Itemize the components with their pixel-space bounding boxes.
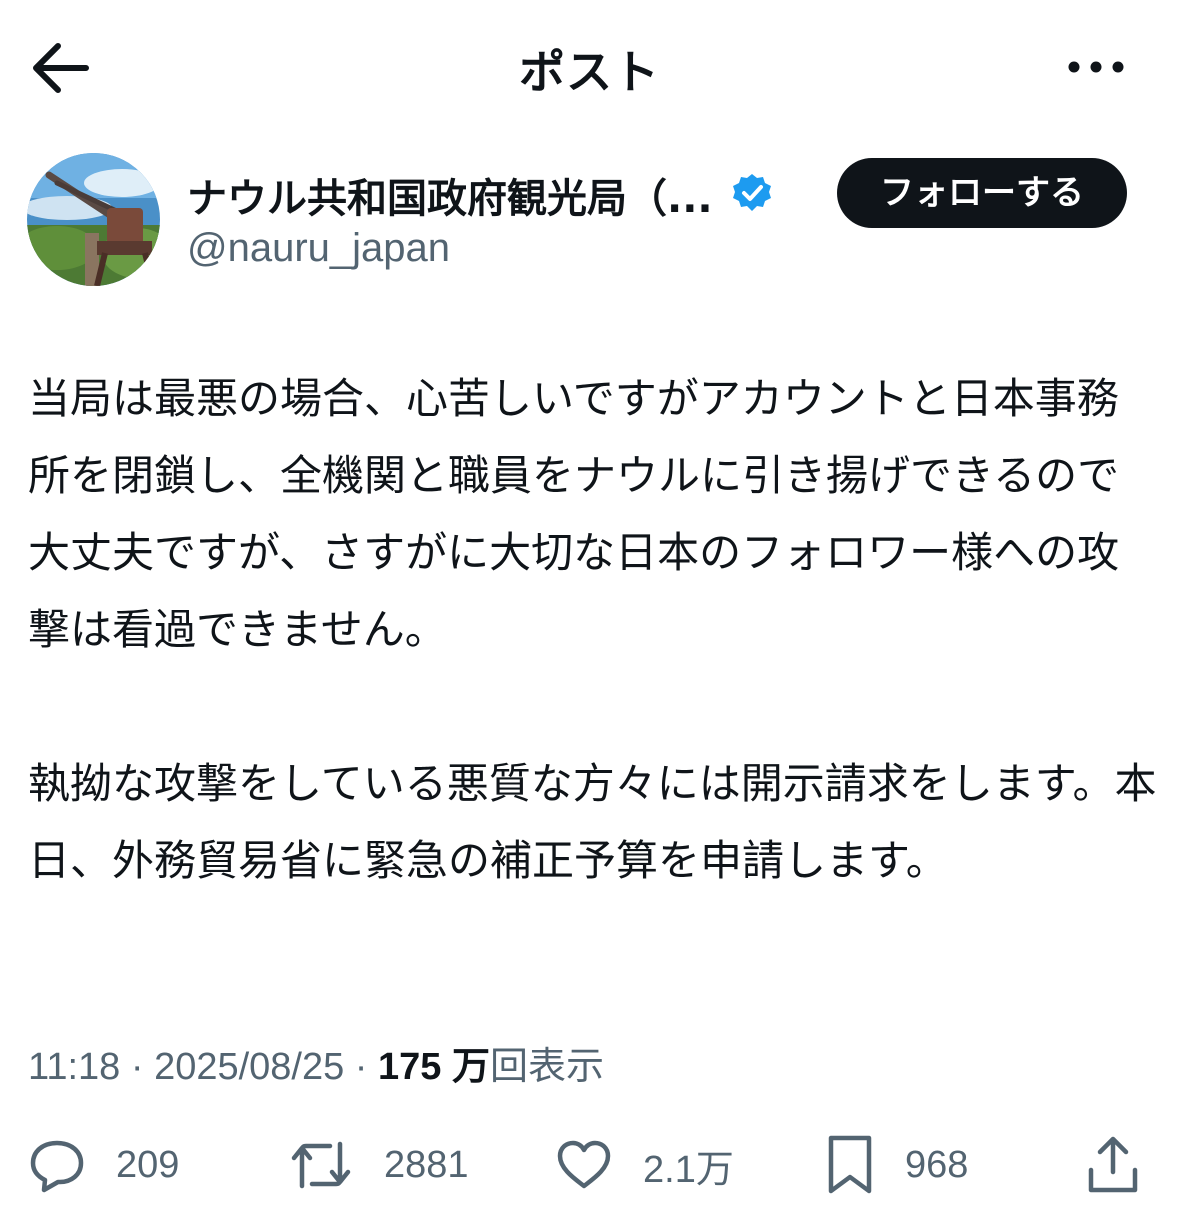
repost-icon xyxy=(291,1141,351,1189)
verified-icon xyxy=(733,174,771,211)
repost-count: 2881 xyxy=(384,1143,469,1186)
reply-icon xyxy=(30,1140,84,1193)
tweet-paragraph: 執拗な攻撃をしている悪質な方々には開示請求をします。本日、外務貿易省に緊急の補正… xyxy=(28,759,1157,885)
tweet-text: 当局は最悪の場合、心苦しいですがアカウントと日本事務所を閉鎖し、全機関と職員をナ… xyxy=(28,360,1158,899)
views-label: 回表示 xyxy=(490,1046,605,1088)
post-date[interactable]: 2025/08/25 xyxy=(154,1046,344,1088)
like-icon xyxy=(557,1140,611,1189)
author-name[interactable]: ナウル共和国政府観光局（... xyxy=(187,166,713,224)
more-icon xyxy=(1068,61,1124,73)
follow-button[interactable]: フォローする xyxy=(837,158,1127,228)
bookmark-icon xyxy=(828,1135,872,1194)
separator: · xyxy=(120,1046,155,1088)
more-options-button[interactable] xyxy=(1062,50,1130,84)
reply-count: 209 xyxy=(116,1143,180,1186)
tweet-meta: 11:18 · 2025/08/25 · 175 万回表示 xyxy=(28,1035,604,1090)
page-title: ポスト xyxy=(519,45,660,99)
post-time[interactable]: 11:18 xyxy=(28,1046,120,1088)
author-handle[interactable]: @nauru_japan xyxy=(187,226,450,271)
like-count: 2.1万 xyxy=(643,1148,734,1191)
like-button[interactable]: 2.1万 xyxy=(555,1125,734,1205)
share-button[interactable] xyxy=(1086,1125,1140,1205)
tweet-paragraph: 当局は最悪の場合、心苦しいですがアカウントと日本事務所を閉鎖し、全機関と職員をナ… xyxy=(28,374,1120,654)
share-icon xyxy=(1088,1136,1138,1193)
repost-button[interactable]: 2881 xyxy=(288,1125,469,1205)
separator: · xyxy=(344,1046,379,1088)
views-count: 175 万 xyxy=(378,1046,490,1088)
bookmark-button[interactable]: 968 xyxy=(825,1125,968,1205)
reply-button[interactable]: 209 xyxy=(28,1125,179,1205)
action-bar: 209 2881 2.1万 968 xyxy=(0,1125,1179,1205)
avatar[interactable] xyxy=(27,153,160,286)
bookmark-count: 968 xyxy=(905,1143,969,1186)
top-bar: ポスト xyxy=(0,0,1179,135)
